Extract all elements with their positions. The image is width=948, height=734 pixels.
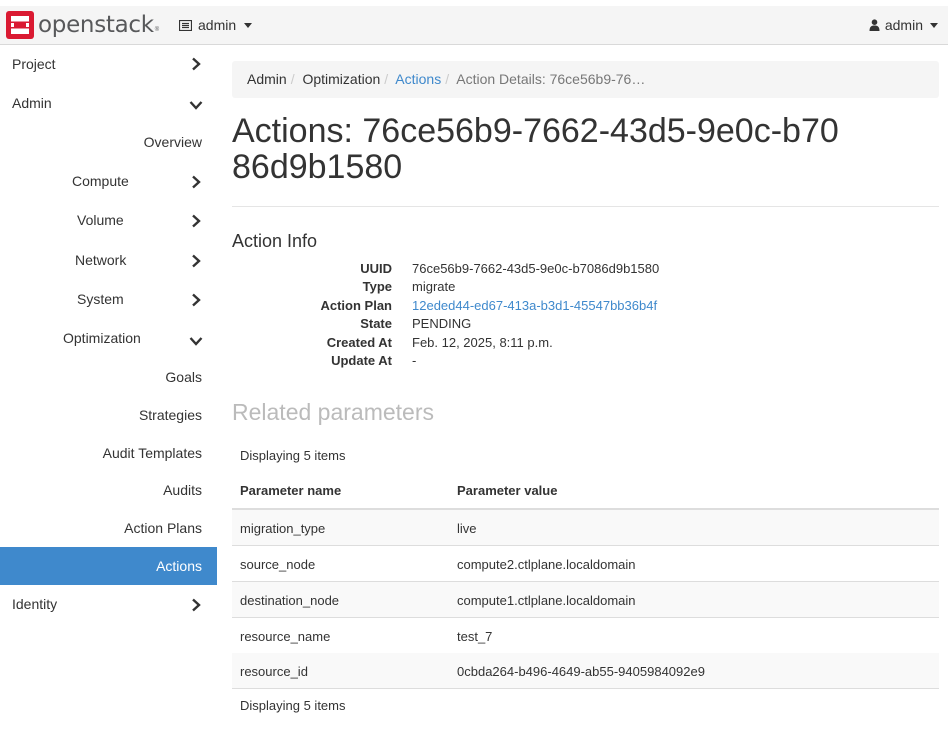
info-value: Feb. 12, 2025, 8:11 p.m. <box>412 335 553 350</box>
info-row-created-at: Created At Feb. 12, 2025, 8:11 p.m. <box>232 335 932 353</box>
sidebar-item-label: Strategies <box>138 407 202 423</box>
cell-name: destination_node <box>240 593 340 608</box>
table-header: Parameter name Parameter value <box>232 472 939 510</box>
cell-value: live <box>457 521 477 536</box>
table-row: migration_type live <box>232 510 939 546</box>
sidebar-item-overview[interactable]: Overview <box>0 123 217 161</box>
sidebar-item-project[interactable]: Project <box>0 45 217 83</box>
sidebar-item-action-plans[interactable]: Action Plans <box>0 509 217 547</box>
sidebar-item-label: Project <box>12 56 56 72</box>
sidebar-item-actions[interactable]: Actions <box>0 547 217 585</box>
cell-name: resource_name <box>240 629 331 644</box>
caret-down-icon <box>244 22 253 28</box>
sidebar-nav: Project Admin Overview Compute Volume Ne… <box>0 45 217 734</box>
sidebar-item-strategies[interactable]: Strategies <box>0 396 217 434</box>
chevron-down-icon <box>189 101 203 110</box>
action-plan-link[interactable]: 12eded44-ed67-413a-b3d1-45547bb36b4f <box>412 298 657 313</box>
chevron-right-icon <box>192 293 201 307</box>
project-list-icon <box>179 19 192 31</box>
page-title: Actions: 76ce56b9-7662-43d5-9e0c-b7086d9… <box>232 112 839 186</box>
chevron-right-icon <box>192 175 201 189</box>
column-header-name: Parameter name <box>240 483 342 498</box>
sidebar-item-label: Goals <box>165 369 202 385</box>
table-row: resource_name test_7 <box>232 618 939 654</box>
info-label: Type <box>362 279 392 294</box>
project-selector-label: admin <box>198 17 237 33</box>
info-label: Update At <box>331 353 392 368</box>
table-row: resource_id 0cbda264-b496-4649-ab55-9405… <box>232 653 939 689</box>
sidebar-item-label: Optimization <box>63 330 141 346</box>
sidebar-item-compute[interactable]: Compute <box>0 162 217 200</box>
table-row: destination_node compute1.ctlplane.local… <box>232 582 939 618</box>
sidebar-item-label: Identity <box>12 596 58 612</box>
table-count-bottom: Displaying 5 items <box>240 698 346 713</box>
caret-down-icon <box>930 22 938 28</box>
openstack-logo[interactable]: openstack ® <box>6 11 159 39</box>
divider <box>232 206 939 207</box>
action-info-heading: Action Info <box>232 231 318 251</box>
breadcrumb: Admin / Optimization / Actions / Action Det… <box>232 61 939 98</box>
sidebar-item-label: Overview <box>143 134 202 150</box>
cell-name: source_node <box>240 557 316 572</box>
logo-text: openstack <box>38 12 154 38</box>
info-row-update-at: Update At - <box>232 353 932 371</box>
sidebar-item-optimization[interactable]: Optimization <box>0 319 217 357</box>
breadcrumb-actions-link[interactable]: Actions <box>395 71 441 87</box>
sidebar-item-label: Audits <box>163 482 202 498</box>
breadcrumb-optimization[interactable]: Optimization <box>302 71 380 87</box>
info-label: Created At <box>326 335 392 350</box>
user-menu-label: admin <box>884 17 923 33</box>
sidebar-item-system[interactable]: System <box>0 280 217 318</box>
chevron-down-icon <box>189 337 203 346</box>
sidebar-item-label: Action Plans <box>124 520 202 536</box>
sidebar-item-volume[interactable]: Volume <box>0 201 217 239</box>
sidebar-item-label: Admin <box>12 95 52 111</box>
project-selector-dropdown[interactable]: admin <box>179 17 253 33</box>
cell-value: compute2.ctlplane.localdomain <box>457 557 636 572</box>
sidebar-item-label: Compute <box>72 173 129 189</box>
info-label: UUID <box>360 261 392 276</box>
sidebar-item-identity[interactable]: Identity <box>0 585 217 623</box>
info-value: migrate <box>412 279 456 294</box>
sidebar-item-label: Audit Templates <box>102 445 202 461</box>
info-row-state: State PENDING <box>232 316 932 334</box>
sidebar-item-label: System <box>77 291 124 307</box>
table-row: source_node compute2.ctlplane.localdomai… <box>232 546 939 582</box>
info-row-type: Type migrate <box>232 279 932 297</box>
info-row-uuid: UUID 76ce56b9-7662-43d5-9e0c-b7086d9b158… <box>232 261 932 279</box>
cell-value: 0cbda264-b496-4649-ab55-9405984092e9 <box>457 664 705 679</box>
info-value: PENDING <box>412 316 472 331</box>
info-label: Action Plan <box>320 298 392 313</box>
cell-name: resource_id <box>240 664 308 679</box>
related-parameters-heading: Related parameters <box>232 399 434 425</box>
chevron-right-icon <box>192 57 201 71</box>
logo-trademark: ® <box>154 27 160 33</box>
cell-name: migration_type <box>240 521 326 536</box>
table-count-top: Displaying 5 items <box>240 448 346 463</box>
sidebar-item-label: Network <box>75 252 127 268</box>
openstack-logo-icon <box>6 11 34 39</box>
sidebar-item-label: Actions <box>156 558 202 574</box>
chevron-right-icon <box>192 214 201 228</box>
info-value: - <box>412 353 417 368</box>
sidebar-item-audit-templates[interactable]: Audit Templates <box>0 434 217 472</box>
info-value: 76ce56b9-7662-43d5-9e0c-b7086d9b1580 <box>412 261 660 276</box>
cell-value: compute1.ctlplane.localdomain <box>457 593 636 608</box>
top-navbar: openstack ® admin admin <box>0 0 948 45</box>
cell-value: test_7 <box>457 629 493 644</box>
sidebar-item-label: Volume <box>77 212 124 228</box>
sidebar-item-audits[interactable]: Audits <box>0 471 217 509</box>
breadcrumb-current: Action Details: 76ce56b9-76… <box>456 71 646 87</box>
sidebar-item-admin[interactable]: Admin <box>0 84 217 122</box>
breadcrumb-admin[interactable]: Admin <box>247 71 287 87</box>
info-label: State <box>360 316 392 331</box>
chevron-right-icon <box>192 254 201 268</box>
sidebar-item-goals[interactable]: Goals <box>0 358 217 396</box>
user-icon <box>869 19 880 31</box>
sidebar-item-network[interactable]: Network <box>0 241 217 279</box>
info-row-action-plan: Action Plan 12eded44-ed67-413a-b3d1-4554… <box>232 298 932 316</box>
chevron-right-icon <box>192 598 201 612</box>
column-header-value: Parameter value <box>457 483 558 498</box>
user-menu-dropdown[interactable]: admin <box>869 17 938 33</box>
